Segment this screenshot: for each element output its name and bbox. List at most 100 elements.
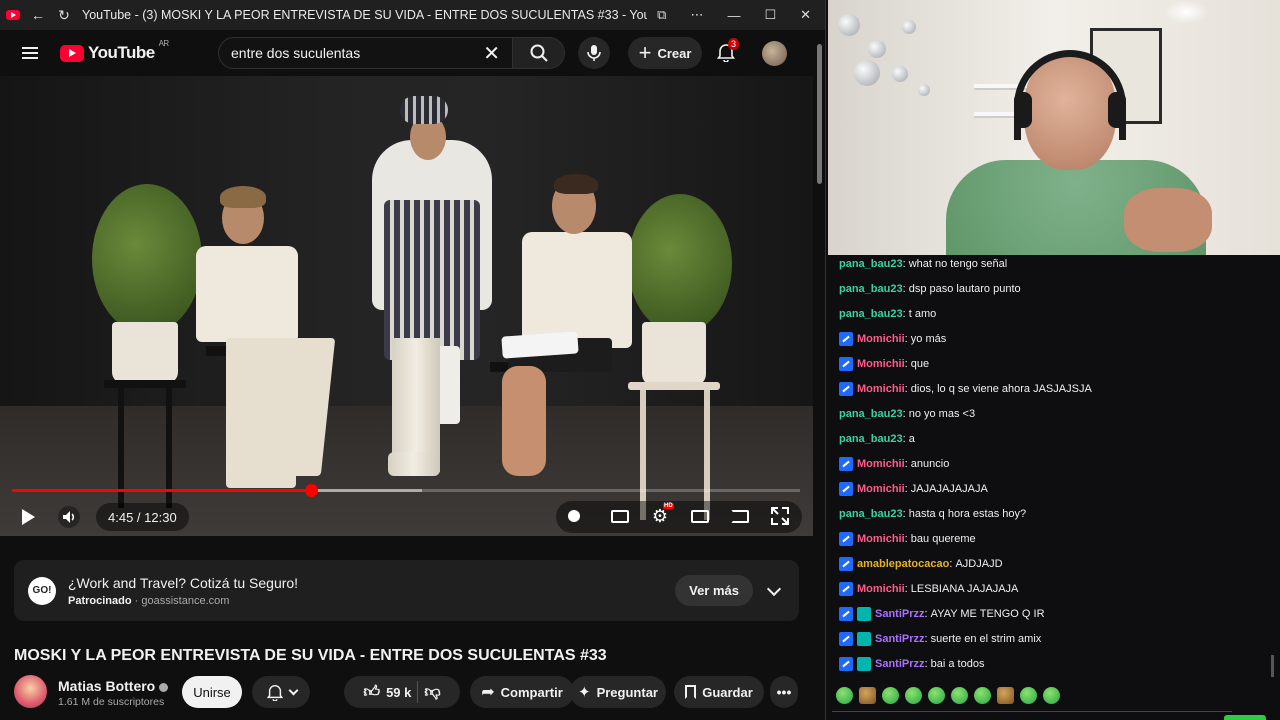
- bell-icon: [266, 685, 283, 701]
- channel-name[interactable]: Matias Bottero: [58, 678, 169, 694]
- cast-button[interactable]: [730, 508, 750, 524]
- chat-scrollbar[interactable]: [1271, 655, 1274, 677]
- vip-badge-icon[interactable]: [839, 632, 853, 646]
- vip-badge-icon[interactable]: [839, 582, 853, 596]
- emote-icon[interactable]: [836, 687, 853, 704]
- chat-username[interactable]: Momichii: [857, 383, 905, 395]
- subscriber-badge-icon[interactable]: [857, 632, 871, 646]
- left-person-hair: [220, 186, 266, 208]
- fullscreen-button[interactable]: [770, 506, 790, 526]
- share-icon: ➦: [481, 684, 495, 701]
- search-button[interactable]: [513, 37, 565, 69]
- theater-mode-button[interactable]: [690, 508, 710, 524]
- chat-username[interactable]: pana_bau23: [839, 408, 903, 420]
- channel-avatar[interactable]: [14, 675, 47, 708]
- vip-badge-icon[interactable]: [839, 532, 853, 546]
- chat-username[interactable]: pana_bau23: [839, 258, 903, 270]
- split-screen-icon[interactable]: ⧉: [657, 7, 666, 23]
- channel-name-text[interactable]: Matias Bottero: [58, 678, 155, 694]
- webcam-feed: [828, 0, 1280, 255]
- sponsored-label: Patrocinado: [68, 594, 132, 607]
- more-actions-button[interactable]: •••: [770, 676, 798, 708]
- chat-username[interactable]: Momichii: [857, 458, 905, 470]
- subscriber-badge-icon[interactable]: [857, 657, 871, 671]
- ad-title[interactable]: ¿Work and Travel? Cotizá tu Seguro!: [68, 575, 675, 591]
- vip-badge-icon[interactable]: [839, 457, 853, 471]
- emote-icon[interactable]: [928, 687, 945, 704]
- like-count[interactable]: 59 k: [386, 685, 411, 700]
- chat-text: hasta q hora estas hoy?: [908, 508, 1027, 520]
- minimize-button[interactable]: —: [727, 8, 740, 23]
- chat-username[interactable]: pana_bau23: [839, 308, 903, 320]
- save-label: Guardar: [702, 684, 753, 700]
- chat-username[interactable]: SantiPrzz: [875, 608, 925, 620]
- page-scrollbar-thumb[interactable]: [817, 44, 822, 184]
- join-button[interactable]: Unirse: [182, 676, 242, 708]
- subscriber-badge-icon[interactable]: [857, 607, 871, 621]
- close-window-button[interactable]: ✕: [800, 7, 811, 23]
- save-button[interactable]: Guardar: [674, 676, 764, 708]
- vip-badge-icon[interactable]: [839, 482, 853, 496]
- chat-username[interactable]: Momichii: [857, 483, 905, 495]
- video-progress-bar[interactable]: [12, 484, 800, 497]
- notifications-button[interactable]: 3: [716, 38, 740, 64]
- emote-icon[interactable]: [951, 687, 968, 704]
- voice-search-button[interactable]: [578, 37, 610, 69]
- youtube-logo[interactable]: YouTube AR: [60, 39, 169, 63]
- hamburger-icon[interactable]: [22, 47, 38, 59]
- chat-username[interactable]: Momichii: [857, 333, 905, 345]
- vip-badge-icon[interactable]: [839, 607, 853, 621]
- share-button[interactable]: ➦ Compartir: [470, 676, 574, 708]
- more-options-icon[interactable]: ⋯: [690, 7, 703, 23]
- play-button[interactable]: [18, 506, 38, 528]
- clear-search-icon[interactable]: ✕: [483, 41, 500, 66]
- subscription-bell-button[interactable]: [252, 676, 310, 708]
- sponsored-ad-card[interactable]: GO! ¿Work and Travel? Cotizá tu Seguro! …: [14, 560, 799, 621]
- chat-username[interactable]: pana_bau23: [839, 433, 903, 445]
- subtitles-button[interactable]: [610, 508, 630, 524]
- back-arrow-icon[interactable]: ←: [30, 7, 46, 23]
- emote-icon[interactable]: [905, 687, 922, 704]
- vip-badge-icon[interactable]: [839, 557, 853, 571]
- chat-input[interactable]: [832, 711, 1232, 720]
- thumbs-up-icon[interactable]: 👍︎: [363, 683, 380, 702]
- video-player[interactable]: 4:45 / 12:30 ⚙ HD: [0, 76, 813, 536]
- chat-message: Momichii: yo más: [839, 328, 946, 350]
- thumbs-down-icon[interactable]: 👎︎: [424, 683, 440, 702]
- chat-username[interactable]: Momichii: [857, 358, 905, 370]
- volume-button[interactable]: [58, 506, 80, 528]
- emote-icon[interactable]: [974, 687, 991, 704]
- ask-button[interactable]: ✦ Preguntar: [570, 676, 666, 708]
- chat-username[interactable]: pana_bau23: [839, 283, 903, 295]
- right-pot: [642, 322, 706, 386]
- vip-badge-icon[interactable]: [839, 657, 853, 671]
- wall-mirror: [918, 84, 930, 96]
- page-scrollbar[interactable]: [814, 32, 824, 720]
- maximize-button[interactable]: ☐: [764, 7, 776, 23]
- chat-username[interactable]: pana_bau23: [839, 508, 903, 520]
- chat-username[interactable]: SantiPrzz: [875, 658, 925, 670]
- chevron-down-icon[interactable]: [766, 581, 782, 596]
- emote-icon[interactable]: [997, 687, 1014, 704]
- chat-username[interactable]: Momichii: [857, 583, 905, 595]
- ad-cta-button[interactable]: Ver más: [675, 575, 753, 606]
- vip-badge-icon[interactable]: [839, 332, 853, 346]
- vip-badge-icon[interactable]: [839, 357, 853, 371]
- chat-username[interactable]: amablepatocacao: [857, 558, 949, 570]
- emote-icon[interactable]: [1020, 687, 1037, 704]
- youtube-favicon-icon: [6, 10, 20, 20]
- emote-icon[interactable]: [1043, 687, 1060, 704]
- reload-icon[interactable]: ↻: [56, 7, 72, 24]
- account-avatar[interactable]: [762, 41, 787, 66]
- create-button[interactable]: + Crear: [628, 37, 702, 69]
- chat-send-button[interactable]: [1224, 715, 1266, 720]
- emote-icon[interactable]: [882, 687, 899, 704]
- emote-icon[interactable]: [859, 687, 876, 704]
- chat-username[interactable]: SantiPrzz: [875, 633, 925, 645]
- search-box[interactable]: entre dos suculentas ✕: [218, 37, 513, 69]
- chat-username[interactable]: Momichii: [857, 533, 905, 545]
- autoplay-toggle[interactable]: [566, 508, 582, 524]
- vip-badge-icon[interactable]: [839, 382, 853, 396]
- settings-button[interactable]: ⚙ HD: [650, 503, 674, 526]
- search-input[interactable]: entre dos suculentas: [231, 45, 483, 61]
